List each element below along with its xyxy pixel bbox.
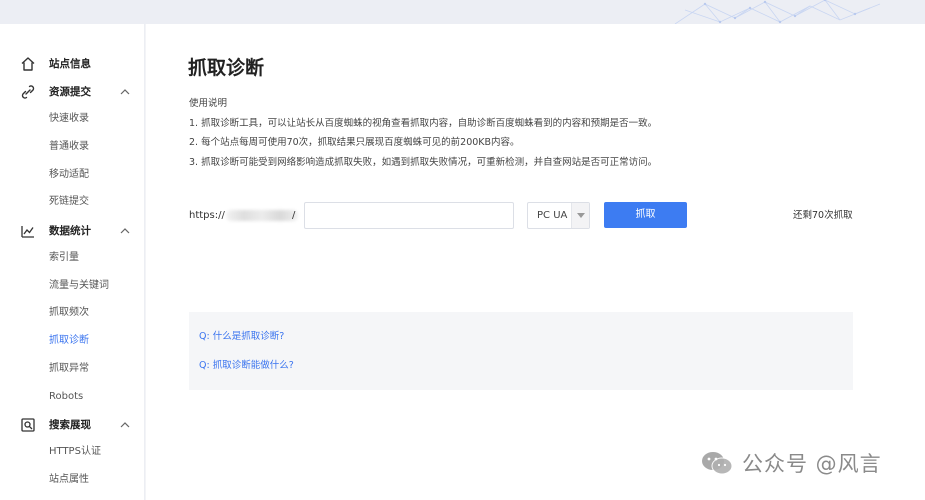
caret-down-icon bbox=[577, 213, 585, 218]
chevron-up-icon[interactable] bbox=[119, 225, 131, 237]
watermark-text: 公众号 @风言 bbox=[742, 452, 882, 476]
sidebar-item-robots[interactable]: Robots bbox=[49, 389, 139, 405]
faq-panel: Q: 什么是抓取诊断? Q: 抓取诊断能做什么? bbox=[189, 312, 853, 390]
wechat-icon bbox=[702, 452, 733, 475]
sidebar-item-crawl-diagnosis[interactable]: 抓取诊断 bbox=[49, 333, 139, 349]
sidebar-item-https-auth[interactable]: HTTPS认证 bbox=[49, 444, 139, 460]
sidebar-group-resource-submit[interactable]: 资源提交 bbox=[0, 82, 145, 102]
chevron-up-icon[interactable] bbox=[119, 86, 131, 98]
chevron-up-icon[interactable] bbox=[119, 419, 131, 431]
link-icon bbox=[21, 85, 35, 99]
url-path-input[interactable] bbox=[304, 202, 514, 229]
sidebar-item-fast-index[interactable]: 快速收录 bbox=[49, 111, 139, 127]
url-slash-label: / bbox=[292, 210, 296, 221]
sidebar-group-search-display[interactable]: 搜索展现 bbox=[0, 415, 145, 435]
dropdown-toggle[interactable] bbox=[571, 203, 589, 228]
usage-line: 1. 抓取诊断工具，可以让站长从百度蜘蛛的视角查看抓取内容，自助诊断百度蜘蛛看到… bbox=[189, 117, 658, 129]
faq-what-can-it-do[interactable]: Q: 抓取诊断能做什么? bbox=[199, 358, 294, 374]
fetch-button[interactable]: 抓取 bbox=[604, 202, 687, 228]
network-decoration-icon bbox=[674, 0, 881, 24]
faq-what-is-crawl-diagnosis[interactable]: Q: 什么是抓取诊断? bbox=[199, 329, 284, 345]
search-frame-icon bbox=[21, 418, 35, 432]
usage-heading: 使用说明 bbox=[189, 98, 228, 109]
usage-line: 2. 每个站点每周可使用70次，抓取结果只展现百度蜘蛛可见的前200KB内容。 bbox=[189, 137, 520, 148]
page-title: 抓取诊断 bbox=[188, 57, 265, 79]
usage-line: 3. 抓取诊断可能受到网络影响造成抓取失败，如遇到抓取失败情况，可重新检测，并自… bbox=[189, 156, 658, 168]
chart-icon bbox=[21, 226, 34, 238]
sidebar-group-label: 数据统计 bbox=[49, 225, 91, 237]
sidebar-item-traffic-keywords[interactable]: 流量与关键词 bbox=[49, 278, 139, 294]
sidebar-item-mobile-adapt[interactable]: 移动适配 bbox=[49, 167, 139, 183]
sidebar-group-label: 搜索展现 bbox=[49, 419, 91, 431]
main-panel: 抓取诊断 使用说明 1. 抓取诊断工具，可以让站长从百度蜘蛛的视角查看抓取内容，… bbox=[146, 24, 925, 500]
blurred-domain bbox=[226, 210, 298, 221]
home-icon bbox=[21, 57, 35, 71]
sidebar-item-index-volume[interactable]: 索引量 bbox=[49, 250, 139, 266]
remaining-fetches-text: 还剩70次抓取 bbox=[793, 210, 853, 221]
sidebar-group-label: 资源提交 bbox=[49, 86, 91, 98]
sidebar-item-dead-link[interactable]: 死链提交 bbox=[49, 194, 139, 210]
sidebar-item-site-attributes[interactable]: 站点属性 bbox=[49, 472, 139, 488]
sidebar: 站点信息 资源提交 快速收录 普通收录 移动适配 死链提交 数据统计 索引量 流… bbox=[0, 24, 145, 500]
user-agent-select[interactable]: PC UA bbox=[527, 202, 590, 229]
sidebar-item-normal-index[interactable]: 普通收录 bbox=[49, 139, 139, 155]
user-agent-selected: PC UA bbox=[537, 210, 568, 221]
top-banner bbox=[0, 0, 925, 24]
usage-instructions: 使用说明 1. 抓取诊断工具，可以让站长从百度蜘蛛的视角查看抓取内容，自助诊断百… bbox=[189, 94, 889, 172]
url-prefix-label: https:// bbox=[189, 210, 225, 221]
sidebar-group-label: 站点信息 bbox=[49, 58, 91, 70]
sidebar-item-crawl-errors[interactable]: 抓取异常 bbox=[49, 361, 139, 377]
sidebar-group-site-info[interactable]: 站点信息 bbox=[0, 54, 145, 74]
watermark: 公众号 @风言 bbox=[700, 446, 882, 480]
sidebar-group-data-stats[interactable]: 数据统计 bbox=[0, 221, 145, 241]
sidebar-item-crawl-frequency[interactable]: 抓取频次 bbox=[49, 305, 139, 321]
